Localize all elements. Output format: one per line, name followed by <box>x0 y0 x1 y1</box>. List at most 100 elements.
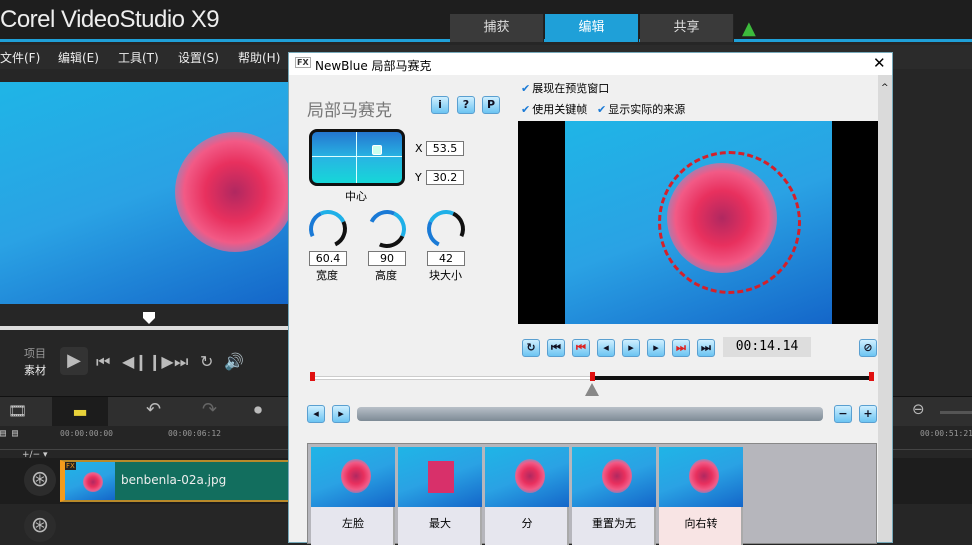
tab-edit[interactable]: 编辑 <box>545 14 639 42</box>
preset-label: 向右转 <box>684 517 718 530</box>
menu-file[interactable]: 文件(F) <box>0 49 40 66</box>
width-knob[interactable] <box>303 204 353 254</box>
zoom-out-button[interactable]: − <box>834 405 852 423</box>
flower-image <box>83 472 103 492</box>
next-frame-button[interactable]: ▸ <box>647 339 665 357</box>
scrub-bar[interactable] <box>0 326 288 330</box>
tab-share[interactable]: 共享 <box>640 14 734 42</box>
show-source-checkbox[interactable]: ✔ 显示实际的来源 <box>597 101 685 117</box>
x-input[interactable]: 53.5 <box>426 141 464 156</box>
flower-image <box>341 459 371 493</box>
preset-label: 分 <box>521 517 533 530</box>
preset-label: 左脸 <box>342 517 364 530</box>
keyframe-marker[interactable] <box>310 372 315 381</box>
title-bar: Corel VideoStudio X9 捕获 编辑 共享 ▲ <box>0 0 972 42</box>
keyframe-marker[interactable] <box>869 372 874 381</box>
presets-button[interactable]: P <box>482 96 500 114</box>
y-label: Y <box>415 171 422 184</box>
fx-icon: FX <box>295 57 311 68</box>
width-input[interactable]: 60.4 <box>309 251 347 266</box>
center-handle[interactable] <box>372 145 382 155</box>
timeline-clip[interactable]: FX benbenla-02a.jpg <box>60 460 290 502</box>
help-button[interactable]: ? <box>457 96 475 114</box>
scroll-right-button[interactable]: ▸ <box>332 405 350 423</box>
center-position-pad[interactable] <box>309 129 405 186</box>
scroll-left-button[interactable]: ◂ <box>307 405 325 423</box>
go-start-button[interactable]: ⏮ <box>96 352 110 372</box>
block-size-knob[interactable] <box>421 204 471 254</box>
tab-capture[interactable]: 捕获 <box>450 14 544 42</box>
preset-item[interactable]: 最大 <box>398 447 482 545</box>
repeat-icon[interactable]: ↻ <box>200 352 213 371</box>
y-input[interactable]: 30.2 <box>426 170 464 185</box>
go-start-button[interactable]: ⏮ <box>547 339 565 357</box>
track-manager-icon[interactable]: ▤ ▤ <box>0 428 18 439</box>
app-title: Corel VideoStudio X9 <box>0 6 220 33</box>
menu-settings[interactable]: 设置(S) <box>178 49 219 66</box>
zoom-slider[interactable] <box>940 411 972 414</box>
timeline-view-icon[interactable]: ▬ <box>52 397 108 426</box>
ruler-tick: 00:00:00:00 <box>60 429 113 438</box>
overlay-track-icon: ⊛ <box>24 510 56 542</box>
show-in-preview-checkbox[interactable]: ✔ 展现在预览窗口 <box>521 80 609 96</box>
prev-keyframe-button[interactable]: ⏮ <box>572 339 590 357</box>
play-button[interactable]: ▶ <box>60 347 88 375</box>
height-knob[interactable] <box>362 204 412 254</box>
storyboard-view-icon[interactable]: 🎞 <box>8 402 27 420</box>
go-end-button[interactable]: ⏭ <box>697 339 715 357</box>
keyframe-track[interactable] <box>311 376 593 380</box>
center-label: 中心 <box>345 190 367 203</box>
vertical-scrollbar[interactable]: ^ <box>878 75 892 542</box>
effect-preview[interactable] <box>518 121 879 324</box>
menu-edit[interactable]: 编辑(E) <box>58 49 99 66</box>
preset-item[interactable]: 向右转 <box>659 447 743 545</box>
preset-item[interactable]: 左脸 <box>311 447 395 545</box>
undo-icon[interactable]: ↶ <box>146 399 161 420</box>
preset-thumbnail <box>659 447 743 507</box>
use-keyframes-checkbox[interactable]: ✔ 使用关键帧 <box>521 101 587 117</box>
loop-button[interactable]: ↻ <box>522 339 540 357</box>
checkbox-label: 展现在预览窗口 <box>532 82 610 95</box>
flower-image <box>175 132 295 252</box>
upload-arrow-icon[interactable]: ▲ <box>742 18 756 39</box>
horizontal-scrollbar[interactable] <box>357 407 823 421</box>
close-button[interactable]: ✕ <box>873 54 886 72</box>
flower-image <box>689 459 719 493</box>
play-button[interactable]: ▸ <box>622 339 640 357</box>
keyframe-track-active[interactable] <box>591 376 873 380</box>
mode-project[interactable]: 项目 <box>24 345 46 361</box>
mode-clip[interactable]: 素材 <box>24 362 46 378</box>
block-size-input[interactable]: 42 <box>427 251 465 266</box>
menu-help[interactable]: 帮助(H) <box>238 49 280 66</box>
height-input[interactable]: 90 <box>368 251 406 266</box>
preset-gallery: 左脸 最大 分 重置为无 向右转 <box>307 443 877 545</box>
menu-tools[interactable]: 工具(T) <box>118 49 159 66</box>
preset-thumbnail <box>572 447 656 507</box>
preset-item[interactable]: 分 <box>485 447 569 545</box>
compass-button[interactable]: ⊘ <box>859 339 877 357</box>
mosaic-region-outline[interactable] <box>658 151 801 294</box>
prev-frame-button[interactable]: ◀❙ <box>122 352 148 371</box>
prev-frame-button[interactable]: ◂ <box>597 339 615 357</box>
zoom-in-button[interactable]: + <box>859 405 877 423</box>
main-preview <box>0 82 295 304</box>
checkbox-label: 使用关键帧 <box>532 103 588 116</box>
record-icon[interactable]: ⏺ <box>254 400 262 420</box>
x-label: X <box>415 142 423 155</box>
playhead-thumb[interactable] <box>585 383 599 396</box>
keyframe-marker[interactable] <box>590 372 595 381</box>
scroll-up-icon[interactable]: ^ <box>881 83 889 93</box>
next-frame-button[interactable]: ❙▶ <box>148 352 174 371</box>
timecode-display: 00:14.14 <box>723 337 811 357</box>
info-button[interactable]: i <box>431 96 449 114</box>
volume-icon[interactable]: 🔊 <box>224 352 244 371</box>
preset-item[interactable]: 重置为无 <box>572 447 656 545</box>
go-end-button[interactable]: ⏭ <box>174 352 188 372</box>
next-keyframe-button[interactable]: ⏭ <box>672 339 690 357</box>
video-track-icon: ⊛ <box>24 464 56 496</box>
zoom-out-icon[interactable]: ⊖ <box>912 400 925 418</box>
redo-icon[interactable]: ↷ <box>202 399 217 420</box>
effect-name: 局部马赛克 <box>307 101 392 121</box>
fx-badge: FX <box>65 462 76 470</box>
scrub-handle[interactable] <box>143 312 155 324</box>
